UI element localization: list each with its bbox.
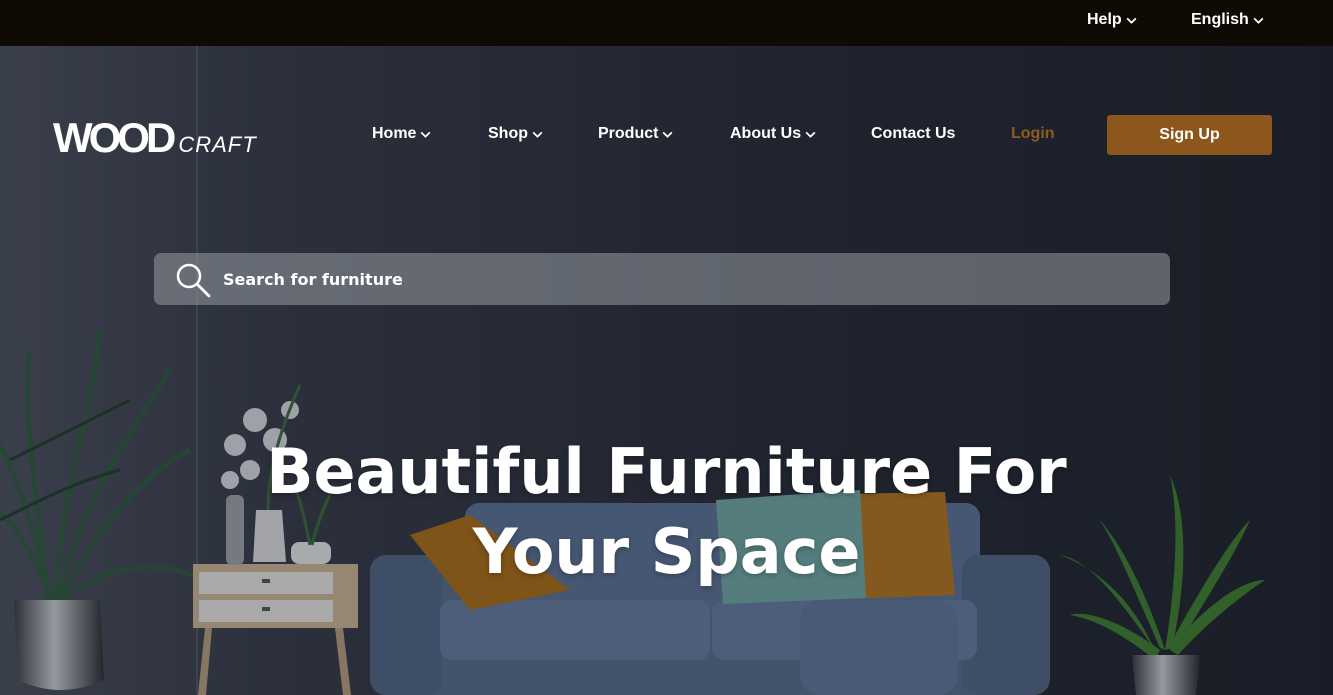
login-link[interactable]: Login — [1011, 125, 1055, 143]
nav-home[interactable]: Home — [372, 125, 432, 143]
nav-shop[interactable]: Shop — [488, 125, 544, 143]
sign-up-button[interactable]: Sign Up — [1107, 115, 1272, 155]
chevron-down-icon — [419, 128, 432, 141]
top-bar: Help English — [0, 0, 1333, 46]
nav-product-label: Product — [598, 125, 659, 142]
hero-headline-line-2: Your Space — [472, 515, 861, 588]
logo-main-text: WOOD — [53, 114, 176, 161]
help-menu[interactable]: Help — [1087, 11, 1138, 29]
chevron-down-icon — [804, 128, 817, 141]
nav-contact-us-label: Contact Us — [871, 125, 956, 142]
chevron-down-icon — [1125, 14, 1138, 27]
hero-headline-line-1: Beautiful Furniture For — [266, 435, 1067, 508]
language-menu[interactable]: English — [1191, 11, 1265, 29]
search-bar[interactable] — [154, 253, 1170, 305]
login-label: Login — [1011, 125, 1055, 142]
nav-product[interactable]: Product — [598, 125, 674, 143]
search-icon — [176, 263, 211, 298]
language-label: English — [1191, 11, 1249, 28]
chevron-down-icon — [661, 128, 674, 141]
hero-headline: Beautiful Furniture For Your Space — [0, 432, 1333, 592]
chevron-down-icon — [1252, 14, 1265, 27]
search-input[interactable] — [223, 253, 1153, 305]
nav-contact-us[interactable]: Contact Us — [871, 125, 955, 143]
logo[interactable]: WOOD CRAFT — [53, 117, 257, 159]
nav-about-us[interactable]: About Us — [730, 125, 817, 143]
chevron-down-icon — [531, 128, 544, 141]
help-label: Help — [1087, 11, 1122, 28]
nav-shop-label: Shop — [488, 125, 528, 142]
nav-about-us-label: About Us — [730, 125, 802, 142]
logo-sub-text: CRAFT — [178, 132, 257, 157]
nav-home-label: Home — [372, 125, 417, 142]
